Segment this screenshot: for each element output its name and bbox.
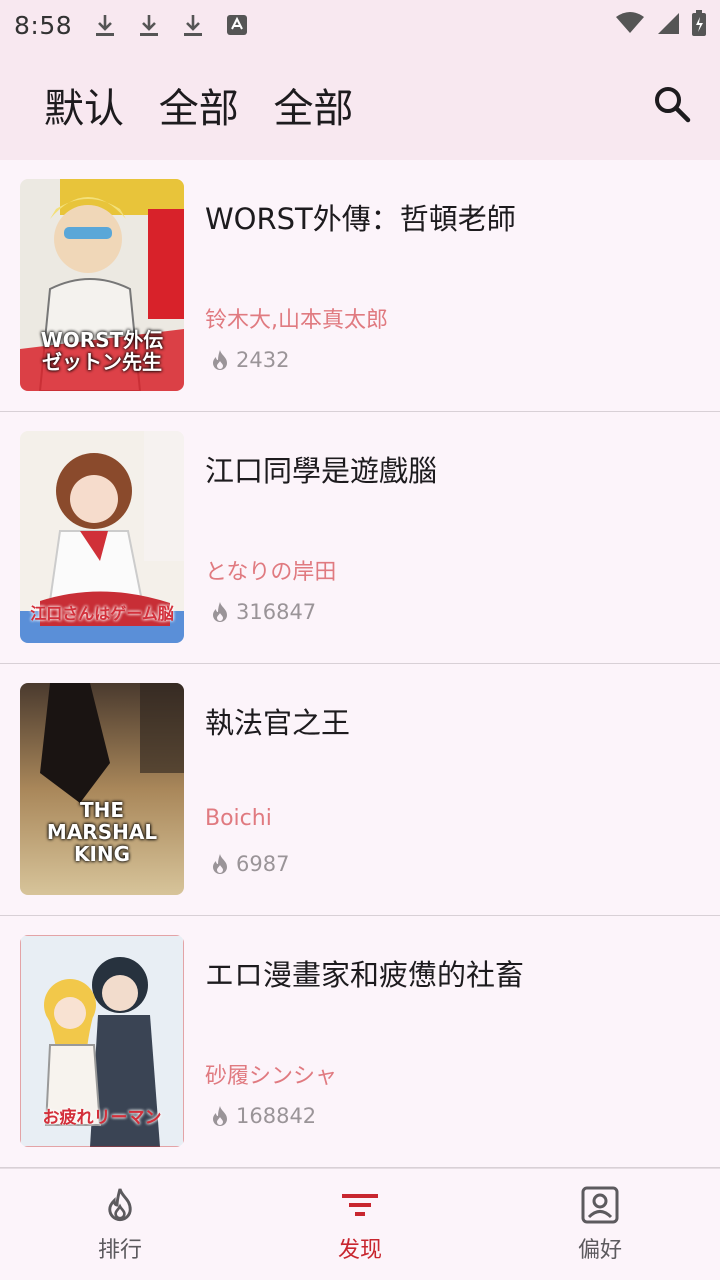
fire-icon (213, 350, 227, 370)
comic-author: Boichi (205, 806, 272, 831)
nav-item-discover[interactable]: 发现 (240, 1169, 480, 1280)
view-count: 2432 (208, 348, 289, 372)
download-icon (182, 12, 204, 38)
comic-author: 砂履シンシャ (205, 1064, 338, 1089)
search-icon (655, 87, 691, 123)
app-bar: 默认 全部 全部 (0, 50, 720, 160)
fire-icon (213, 1106, 227, 1126)
view-count: 6987 (208, 852, 289, 876)
comic-title: 江口同學是遊戲腦 (205, 454, 438, 488)
status-bar: 8:58 (0, 0, 720, 50)
download-icon (94, 12, 116, 38)
list-item[interactable]: WORST外伝 ゼットン先生 WORST外傳：哲頓老師 铃木大,山本真太郎 24… (0, 160, 720, 412)
battery-icon (692, 10, 706, 40)
view-count-value: 316847 (236, 600, 317, 624)
cover-text: THE MARSHAL KING (46, 798, 158, 866)
nav-label: 偏好 (577, 1237, 622, 1263)
comic-title: WORST外傳：哲頓老師 (205, 202, 516, 236)
list-item[interactable]: お疲れリーマン エロ漫畫家和疲憊的社畜 砂履シンシャ 168842 (0, 916, 720, 1168)
comic-author: となりの岸田 (205, 560, 337, 585)
fire-icon (213, 854, 227, 874)
comic-author: 铃木大,山本真太郎 (205, 308, 388, 333)
page-title[interactable]: 默认 全部 全部 (44, 76, 375, 134)
comic-cover: 江口さんはゲーム脳 (20, 431, 184, 643)
title-region[interactable]: 全部 (159, 86, 239, 132)
fire-icon (213, 602, 227, 622)
title-sort[interactable]: 默认 (44, 86, 124, 132)
cover-text: 江口さんはゲーム脳 (30, 604, 174, 623)
bottom-navigation: 排行 发现 偏好 (0, 1168, 720, 1280)
view-count-value: 168842 (236, 1104, 317, 1128)
comic-title: エロ漫畫家和疲憊的社畜 (205, 958, 525, 992)
signal-icon (656, 11, 680, 39)
filter-icon (342, 1193, 378, 1216)
view-count-value: 2432 (236, 348, 290, 372)
view-count: 168842 (208, 1104, 316, 1128)
comic-cover: お疲れリーマン (20, 935, 184, 1147)
list-item[interactable]: 江口さんはゲーム脳 江口同學是遊戲腦 となりの岸田 316847 (0, 412, 720, 664)
nav-label: 排行 (97, 1237, 142, 1263)
comic-cover: WORST外伝 ゼットン先生 (20, 179, 184, 391)
comic-list: WORST外伝 ゼットン先生 WORST外傳：哲頓老師 铃木大,山本真太郎 24… (0, 160, 720, 1168)
account-box-icon (581, 1186, 619, 1223)
comic-title: 執法官之王 (205, 706, 351, 740)
list-item[interactable]: THE MARSHAL KING 執法官之王 Boichi 6987 (0, 664, 720, 916)
view-count: 316847 (208, 600, 316, 624)
download-icon (138, 12, 160, 38)
nav-label: 发现 (337, 1237, 382, 1263)
fire-icon (108, 1187, 132, 1221)
nav-item-ranking[interactable]: 排行 (0, 1169, 240, 1280)
status-time: 8:58 (14, 10, 73, 40)
cover-text: お疲れリーマン (42, 1108, 162, 1128)
comic-cover: THE MARSHAL KING (20, 683, 184, 895)
search-button[interactable] (650, 82, 694, 126)
wifi-icon (616, 12, 644, 38)
nav-item-preferences[interactable]: 偏好 (480, 1169, 720, 1280)
keyboard-app-icon (226, 12, 248, 38)
cover-text: WORST外伝 ゼットン先生 (40, 328, 164, 374)
title-status[interactable]: 全部 (273, 86, 353, 132)
view-count-value: 6987 (236, 852, 290, 876)
